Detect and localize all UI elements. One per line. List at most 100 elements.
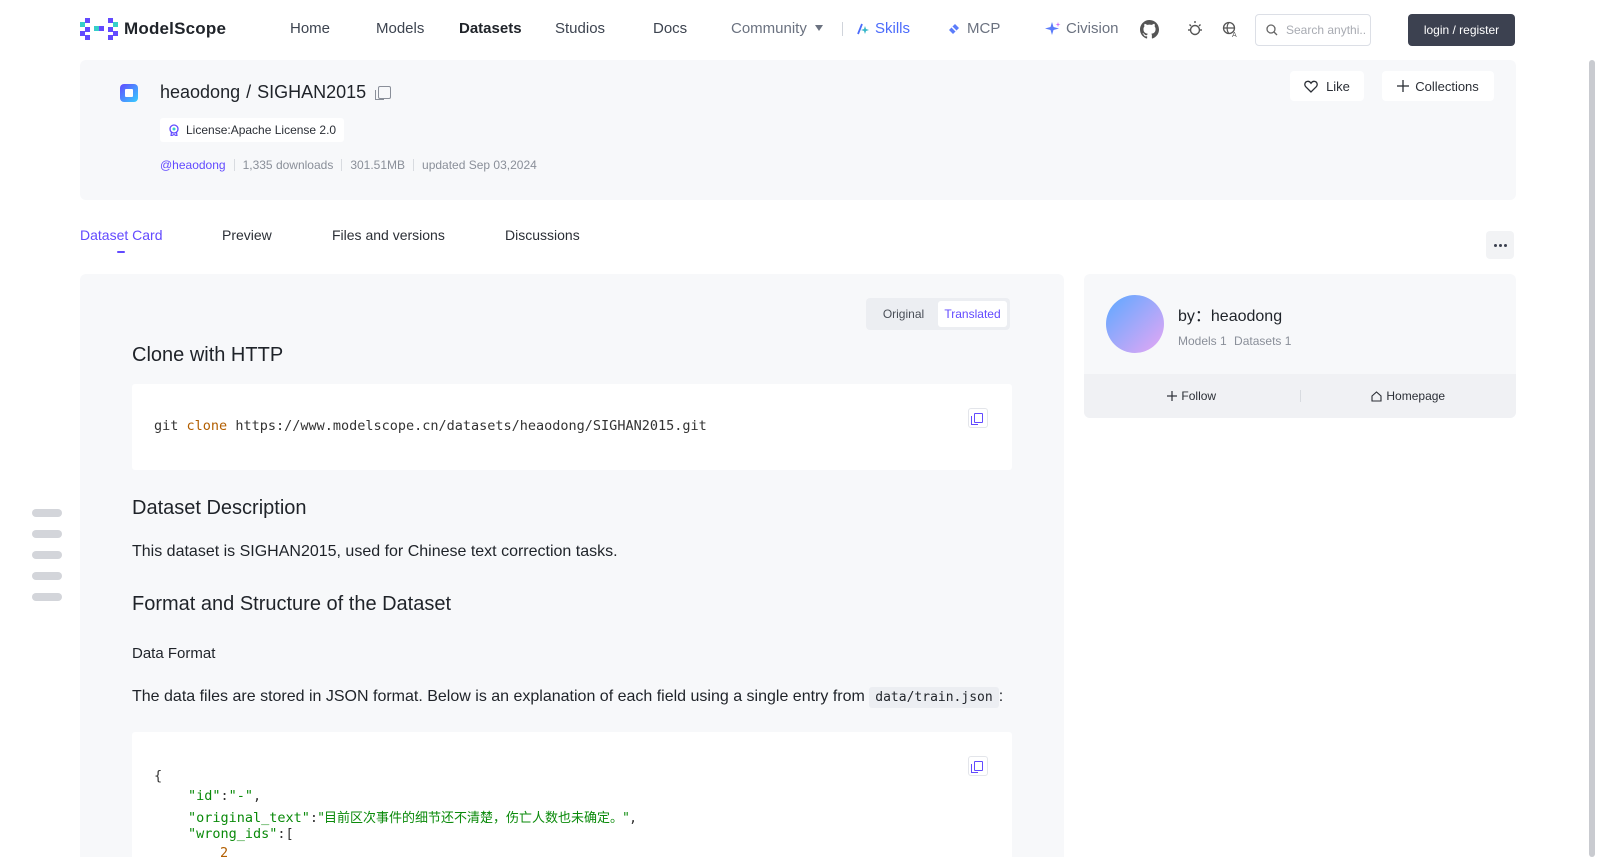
homepage-button[interactable]: Homepage	[1301, 389, 1517, 403]
copy-icon[interactable]	[375, 86, 392, 100]
login-register-button[interactable]: login / register	[1408, 14, 1515, 46]
collections-button[interactable]: Collections	[1382, 71, 1494, 101]
license-icon	[169, 124, 179, 136]
heart-icon	[1304, 80, 1318, 93]
dataset-size: 301.51MB	[350, 158, 406, 172]
outline-bar-icon	[32, 509, 62, 517]
description-heading: Dataset Description	[132, 497, 307, 519]
plus-icon	[1167, 391, 1178, 401]
author-actions: Follow Homepage	[1084, 374, 1516, 418]
json-original-line: "original_text":"目前区次事件的细节还不清楚，伤亡人数也未确定。…	[188, 810, 638, 826]
tab-preview[interactable]: Preview	[222, 227, 272, 243]
tab-dataset-card[interactable]: Dataset Card	[80, 227, 162, 243]
search-box[interactable]	[1255, 14, 1371, 46]
nav-docs[interactable]: Docs	[653, 20, 687, 37]
json-id-key: "id"	[188, 788, 221, 804]
dataset-name: SIGHAN2015	[257, 82, 367, 102]
json-open: {	[154, 768, 163, 784]
search-input[interactable]	[1286, 23, 1366, 37]
format-heading: Format and Structure of the Dataset	[132, 593, 452, 615]
format-file-code: data/train.json	[869, 687, 999, 708]
like-label: Like	[1326, 78, 1350, 94]
nav-mcp-label: MCP	[967, 20, 1001, 37]
nav-datasets[interactable]: Datasets	[459, 20, 522, 37]
top-navbar: ModelScope Home Models Datasets Studios …	[0, 0, 1600, 58]
nav-divider	[842, 22, 843, 36]
format-colon: :	[998, 688, 1004, 705]
nav-skills-label: Skills	[875, 20, 911, 37]
nav-civision[interactable]: Civision	[1045, 20, 1119, 37]
json-num: 2	[220, 845, 229, 857]
outline-bar-icon	[32, 593, 62, 601]
nav-studios[interactable]: Studios	[555, 20, 605, 37]
data-format-label: Data Format	[132, 645, 216, 662]
json-bracket: [	[285, 826, 294, 842]
meta-divider	[233, 159, 235, 171]
json-wrong-line: "wrong_ids":[	[188, 826, 294, 842]
search-icon	[1266, 24, 1278, 36]
outline-bar-icon	[32, 530, 62, 538]
dataset-card-content: Original Translated Clone with HTTP git …	[80, 274, 1064, 857]
author-link[interactable]: @heaodong	[160, 158, 226, 172]
copy-code-button[interactable]	[968, 408, 988, 428]
dataset-meta: @heaodong 1,335 downloads 301.51MB updat…	[160, 158, 537, 172]
json-orig-key: "original_text"	[188, 810, 310, 826]
clone-heading: Clone with HTTP	[132, 344, 284, 366]
logo[interactable]: ModelScope	[80, 18, 226, 40]
nav-models[interactable]: Models	[376, 20, 424, 37]
author-card: by：heaodong Models 1 Datasets 1 Follow H…	[1084, 274, 1516, 418]
skills-icon	[857, 23, 869, 34]
download-count: 1,335 downloads	[242, 158, 334, 172]
more-options-button[interactable]	[1486, 231, 1514, 259]
nav-mcp[interactable]: MCP	[946, 20, 1000, 37]
page-scrollbar[interactable]	[1589, 60, 1595, 857]
dataset-header-card: heaodong / SIGHAN2015 License:Apache Lic…	[80, 60, 1516, 200]
language-icon[interactable]: A	[1221, 19, 1241, 39]
outline-bar-icon	[32, 551, 62, 559]
sparkle-icon	[1045, 21, 1061, 35]
author-models-count[interactable]: Models 1	[1178, 334, 1227, 348]
updated-date: updated Sep 03,2024	[422, 158, 537, 172]
outline-bar-icon	[32, 572, 62, 580]
github-icon[interactable]	[1139, 19, 1159, 39]
author-name[interactable]: by：heaodong	[1178, 302, 1282, 326]
dataset-owner[interactable]: heaodong	[160, 82, 240, 103]
author-datasets-count[interactable]: Datasets 1	[1234, 334, 1291, 348]
json-wrong-key: "wrong_ids"	[188, 826, 278, 842]
like-button[interactable]: Like	[1290, 71, 1364, 101]
home-icon	[1371, 390, 1382, 402]
cmd-clone: clone	[186, 418, 228, 434]
tab-files-and-versions[interactable]: Files and versions	[332, 227, 445, 243]
nav-civision-label: Civision	[1066, 20, 1119, 37]
collections-label: Collections	[1415, 78, 1479, 94]
nav-community[interactable]: Community	[731, 20, 823, 37]
format-sentence: The data files are stored in JSON format…	[132, 688, 865, 705]
nav-home[interactable]: Home	[290, 20, 330, 37]
avatar[interactable]	[1106, 295, 1164, 353]
clone-code-block: git clone https://www.modelscope.cn/data…	[132, 384, 1012, 470]
nav-skills[interactable]: Skills	[856, 20, 910, 37]
author-stats: Models 1 Datasets 1	[1178, 334, 1291, 348]
more-dot-icon	[1493, 243, 1497, 247]
toggle-translated[interactable]: Translated	[938, 301, 1007, 327]
more-dot-icon	[1498, 243, 1502, 247]
clone-command: git clone https://www.modelscope.cn/data…	[154, 418, 707, 434]
license-badge[interactable]: License:Apache License 2.0	[160, 118, 345, 142]
follow-button[interactable]: Follow	[1084, 389, 1300, 403]
caret-down-icon	[814, 25, 823, 31]
dataset-title: heaodong / SIGHAN2015	[160, 82, 392, 103]
plus-icon	[1397, 80, 1410, 92]
language-toggle: Original Translated	[866, 298, 1010, 330]
theme-sun-icon[interactable]	[1185, 19, 1205, 39]
format-text: The data files are stored in JSON format…	[132, 687, 1004, 708]
tab-active-indicator	[117, 251, 125, 253]
mcp-icon	[949, 23, 959, 34]
toggle-original[interactable]: Original	[869, 301, 938, 327]
outline-toggle[interactable]	[32, 509, 62, 601]
more-dot-icon	[1503, 243, 1507, 247]
json-orig-val: "目前区次事件的细节还不清楚，伤亡人数也未确定。"	[318, 811, 630, 826]
cmd-url: https://www.modelscope.cn/datasets/heaod…	[235, 418, 707, 434]
cmd-git: git	[154, 418, 179, 434]
copy-code-button[interactable]	[968, 756, 988, 776]
tab-discussions[interactable]: Discussions	[505, 227, 580, 243]
